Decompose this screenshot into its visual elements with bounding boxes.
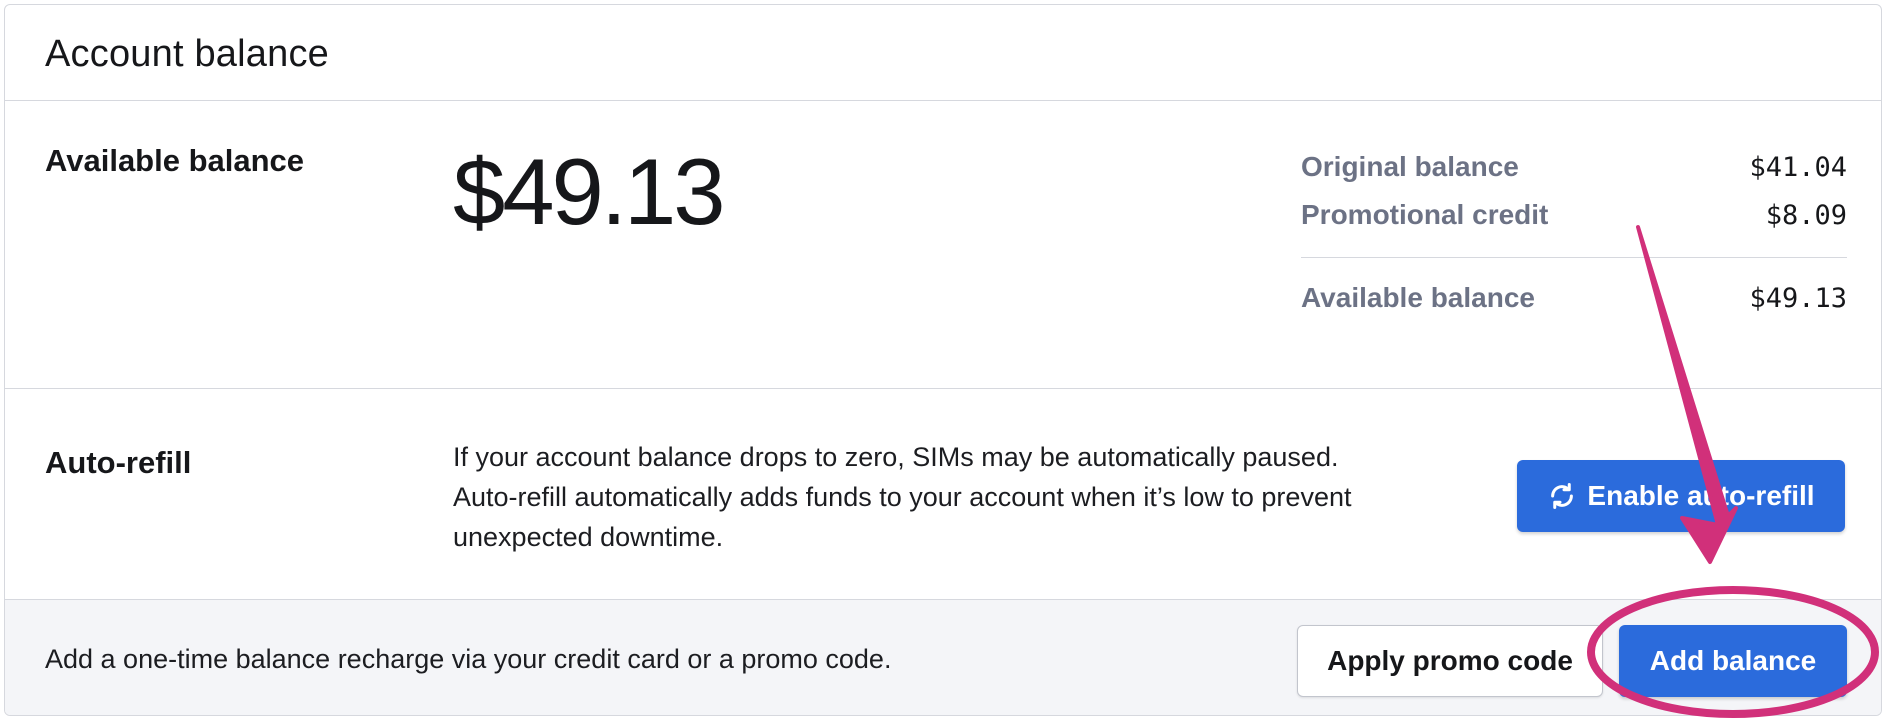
auto-refill-description-line: If your account balance drops to zero, S…: [453, 442, 1339, 472]
total-balance-label: Available balance: [1301, 282, 1535, 313]
breakdown-row-promotional: Promotional credit $8.09: [1301, 199, 1847, 247]
breakdown-row-total: Available balance $49.13: [1301, 282, 1847, 330]
auto-refill-description: If your account balance drops to zero, S…: [453, 437, 1453, 557]
balance-section: Available balance $49.13 Original balanc…: [5, 101, 1881, 389]
original-balance-label: Original balance: [1301, 151, 1519, 182]
original-balance-value: $41.04: [1749, 152, 1847, 183]
apply-promo-code-button[interactable]: Apply promo code: [1297, 625, 1603, 697]
promotional-credit-value: $8.09: [1765, 200, 1847, 231]
refresh-icon: [1551, 483, 1574, 509]
available-balance-amount: $49.13: [453, 139, 726, 244]
account-balance-card: Account balance Available balance $49.13…: [4, 4, 1882, 716]
auto-refill-label: Auto-refill: [45, 445, 192, 480]
card-header: Account balance: [5, 5, 1881, 101]
auto-refill-description-line: Auto-refill automatically adds funds to …: [453, 482, 1352, 512]
balance-breakdown: Original balance $41.04 Promotional cred…: [1301, 151, 1847, 330]
auto-refill-description-line: unexpected downtime.: [453, 522, 724, 552]
add-balance-button[interactable]: Add balance: [1619, 625, 1847, 697]
breakdown-divider: [1301, 257, 1847, 258]
card-footer: Add a one-time balance recharge via your…: [5, 599, 1881, 715]
enable-auto-refill-button[interactable]: Enable auto-refill: [1517, 460, 1845, 532]
available-balance-label: Available balance: [45, 143, 305, 178]
auto-refill-section: Auto-refill If your account balance drop…: [5, 389, 1881, 599]
total-balance-value: $49.13: [1749, 283, 1847, 314]
enable-auto-refill-label: Enable auto-refill: [1587, 480, 1815, 511]
breakdown-row-original: Original balance $41.04: [1301, 151, 1847, 199]
page-title: Account balance: [45, 33, 329, 75]
footer-description: Add a one-time balance recharge via your…: [45, 644, 892, 674]
promotional-credit-label: Promotional credit: [1301, 199, 1549, 230]
